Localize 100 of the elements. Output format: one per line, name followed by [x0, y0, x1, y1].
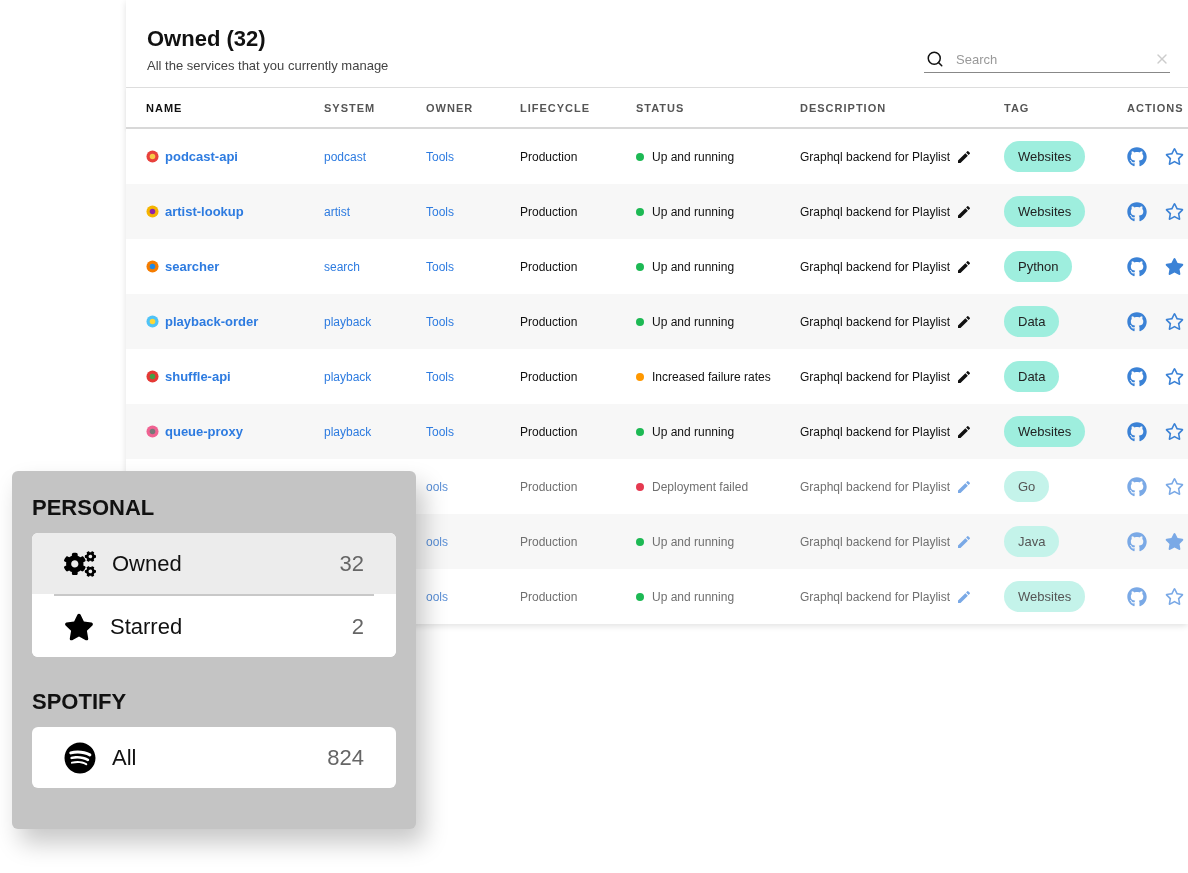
- tag-chip: Websites: [1004, 416, 1086, 447]
- service-logo-icon: [146, 205, 159, 218]
- lifecycle-text: Production: [520, 369, 578, 384]
- service-logo-icon: [146, 150, 159, 163]
- page-subtitle: All the services that you currently manage: [147, 58, 389, 73]
- status-text: Deployment failed: [652, 479, 749, 494]
- star-outline-icon[interactable]: [1165, 312, 1184, 331]
- lifecycle-text: Production: [520, 589, 578, 604]
- tag-chip: Data: [1004, 361, 1060, 392]
- status-text: Up and running: [652, 149, 735, 164]
- system-link[interactable]: playback: [324, 424, 372, 439]
- lifecycle-text: Production: [520, 149, 578, 164]
- owner-link[interactable]: Tools: [426, 204, 454, 219]
- star-outline-icon[interactable]: [1165, 202, 1184, 221]
- github-icon[interactable]: [1127, 256, 1147, 277]
- system-link[interactable]: search: [324, 259, 361, 274]
- section-title: SPOTIFY: [32, 689, 128, 715]
- lifecycle-text: Production: [520, 479, 578, 494]
- owner-link[interactable]: Tools: [426, 424, 454, 439]
- description-text: Graphql backend for Playlist: [800, 204, 951, 219]
- owner-link[interactable]: ools: [426, 589, 448, 604]
- edit-icon[interactable]: [956, 148, 973, 165]
- description-text: Graphql backend for Playlist: [800, 534, 951, 549]
- github-icon[interactable]: [1127, 476, 1147, 497]
- status-text: Up and running: [652, 314, 735, 329]
- system-link[interactable]: podcast: [324, 149, 367, 164]
- description-text: Graphql backend for Playlist: [800, 369, 951, 384]
- description-text: Graphql backend for Playlist: [800, 589, 951, 604]
- service-link[interactable]: queue-proxy: [165, 424, 243, 439]
- edit-icon[interactable]: [956, 423, 973, 440]
- edit-icon[interactable]: [956, 313, 973, 330]
- owner-link[interactable]: Tools: [426, 259, 454, 274]
- star-outline-icon[interactable]: [1165, 477, 1184, 496]
- github-icon[interactable]: [1127, 586, 1147, 607]
- lifecycle-text: Production: [520, 259, 578, 274]
- status-text: Increased failure rates: [652, 369, 771, 384]
- system-link[interactable]: playback: [324, 314, 372, 329]
- lifecycle-text: Production: [520, 534, 578, 549]
- star-outline-icon[interactable]: [1165, 147, 1184, 166]
- column-header: OWNER: [426, 101, 475, 114]
- tag-chip: Websites: [1004, 196, 1086, 227]
- filled-star-icon[interactable]: [1165, 257, 1184, 276]
- star-icon: [64, 611, 94, 642]
- column-header: ACTIONS: [1127, 101, 1185, 114]
- service-link[interactable]: artist-lookup: [165, 204, 244, 219]
- star-outline-icon[interactable]: [1165, 587, 1184, 606]
- status-text: Up and running: [652, 204, 735, 219]
- github-icon[interactable]: [1127, 421, 1147, 442]
- status-text: Up and running: [652, 259, 735, 274]
- logo-icon: [64, 741, 96, 774]
- github-icon[interactable]: [1127, 366, 1147, 387]
- search-icon: [926, 50, 944, 68]
- owner-link[interactable]: Tools: [426, 369, 454, 384]
- tag-chip: Data: [1004, 306, 1060, 337]
- lifecycle-text: Production: [520, 314, 578, 329]
- service-link[interactable]: podcast-api: [165, 149, 238, 164]
- owner-link[interactable]: Tools: [426, 149, 454, 164]
- status-text: Up and running: [652, 534, 735, 549]
- lifecycle-text: Production: [520, 424, 578, 439]
- service-link[interactable]: shuffle-api: [165, 369, 231, 384]
- tag-chip: Java: [1004, 526, 1060, 557]
- column-header: LIFECYCLE: [520, 101, 592, 114]
- filled-star-icon[interactable]: [1165, 532, 1184, 551]
- description-text: Graphql backend for Playlist: [800, 149, 951, 164]
- owner-link[interactable]: ools: [426, 534, 448, 549]
- service-logo-icon: [146, 315, 159, 328]
- column-header: SYSTEM: [324, 101, 377, 114]
- github-icon[interactable]: [1127, 201, 1147, 222]
- service-link[interactable]: searcher: [165, 259, 220, 274]
- column-header: TAG: [1004, 101, 1031, 114]
- star-outline-icon[interactable]: [1165, 367, 1184, 386]
- system-link[interactable]: playback: [324, 369, 372, 384]
- github-icon[interactable]: [1127, 531, 1147, 552]
- github-icon[interactable]: [1127, 311, 1147, 332]
- status-text: Up and running: [652, 589, 735, 604]
- column-header: DESCRIPTION: [800, 101, 888, 114]
- owner-link[interactable]: ools: [426, 479, 448, 494]
- tag-chip: Go: [1004, 471, 1050, 502]
- service-logo-icon: [146, 370, 159, 383]
- page-title: Owned (32): [147, 26, 267, 52]
- lifecycle-text: Production: [520, 204, 578, 219]
- github-icon[interactable]: [1127, 146, 1147, 167]
- status-text: Up and running: [652, 424, 735, 439]
- tag-chip: Python: [1004, 251, 1073, 282]
- sidebar-item[interactable]: Owned 32: [32, 533, 396, 594]
- edit-icon[interactable]: [956, 203, 973, 220]
- edit-icon[interactable]: [956, 258, 973, 275]
- column-header: STATUS: [636, 101, 686, 114]
- edit-icon[interactable]: [956, 368, 973, 385]
- description-text: Graphql backend for Playlist: [800, 479, 951, 494]
- service-link[interactable]: playback-order: [165, 314, 259, 329]
- system-link[interactable]: artist: [324, 204, 350, 219]
- star-outline-icon[interactable]: [1165, 422, 1184, 441]
- description-text: Graphql backend for Playlist: [800, 314, 951, 329]
- description-text: Graphql backend for Playlist: [800, 424, 951, 439]
- owner-link[interactable]: Tools: [426, 314, 454, 329]
- service-logo-icon: [146, 425, 159, 438]
- section-title: PERSONAL: [32, 495, 156, 521]
- service-logo-icon: [146, 260, 159, 273]
- column-header: NAME: [146, 101, 184, 114]
